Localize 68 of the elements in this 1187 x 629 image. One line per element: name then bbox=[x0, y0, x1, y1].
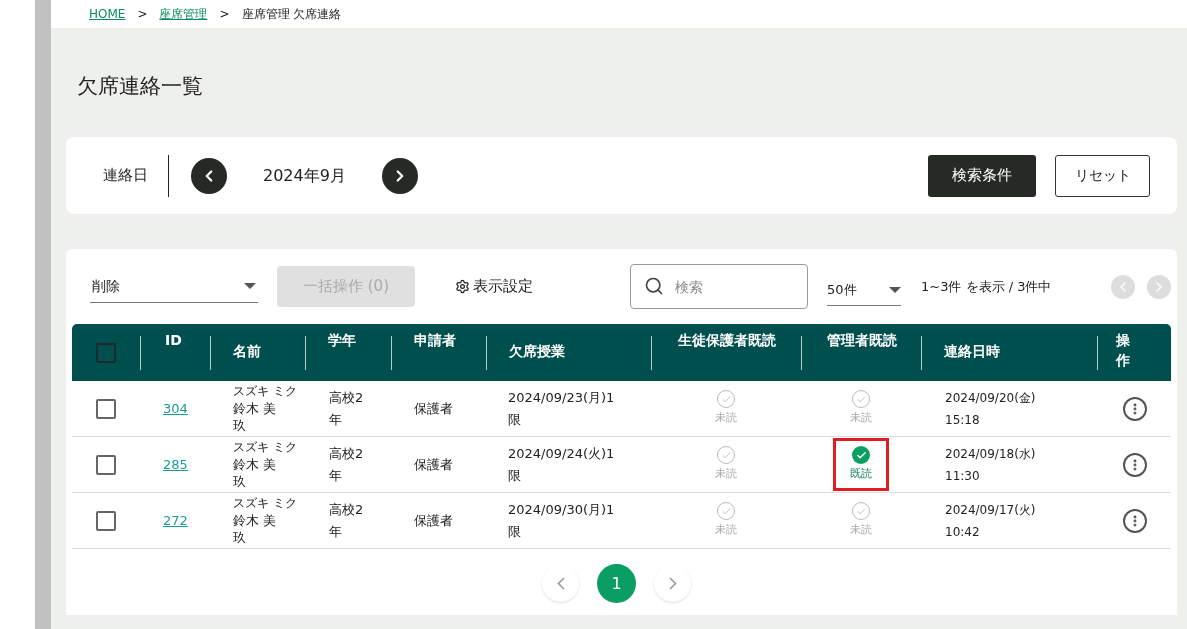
read-status: 未読 bbox=[715, 466, 737, 483]
read-status: 未読 bbox=[715, 410, 737, 427]
column-header: 操作 bbox=[1116, 331, 1130, 370]
action-select[interactable]: 削除 bbox=[90, 270, 258, 303]
previous-month-button[interactable] bbox=[191, 157, 227, 194]
contact-time: 11:30 bbox=[945, 467, 981, 485]
more-options-icon[interactable] bbox=[1123, 452, 1147, 477]
student-name: 鈴木 美玖 bbox=[233, 400, 278, 434]
contact-time: 15:18 bbox=[945, 411, 981, 429]
read-status: 未読 bbox=[850, 410, 872, 427]
search-field[interactable]: 検索 bbox=[630, 264, 808, 309]
search-conditions-button[interactable]: 検索条件 bbox=[928, 154, 1036, 197]
reset-button[interactable]: リセット bbox=[1055, 154, 1150, 197]
applicant: 保護者 bbox=[414, 455, 453, 474]
chevron-left-icon bbox=[556, 577, 565, 590]
name-kana: スズキ ミク bbox=[233, 495, 298, 512]
more-options-icon[interactable] bbox=[1123, 396, 1147, 421]
grade: 高校2年 bbox=[329, 500, 365, 541]
filter-label: 連絡日 bbox=[103, 154, 169, 197]
checkbox[interactable] bbox=[96, 343, 116, 363]
grade: 高校2年 bbox=[329, 444, 365, 485]
chevron-right-icon bbox=[668, 577, 677, 590]
column-header: ID bbox=[165, 331, 182, 350]
more-options-icon[interactable] bbox=[1123, 508, 1147, 533]
student-name: 鈴木 美玖 bbox=[233, 456, 278, 490]
name-kana: スズキ ミク bbox=[233, 383, 298, 400]
breadcrumb-current: 座席管理 欠席連絡 bbox=[241, 6, 342, 23]
breadcrumb-link[interactable]: 座席管理 bbox=[159, 5, 208, 23]
contact-time: 10:42 bbox=[945, 523, 981, 541]
column-header: 申請者 bbox=[414, 331, 456, 350]
absent-class: 2024/09/24(火)1限 bbox=[508, 444, 616, 485]
column-header: 名前 bbox=[233, 342, 261, 361]
column-header: 欠席授業 bbox=[509, 342, 565, 361]
column-header: 管理者既読 bbox=[826, 331, 897, 350]
column-header: 学年 bbox=[328, 331, 356, 350]
breadcrumb-link[interactable]: HOME bbox=[89, 5, 126, 23]
absent-class: 2024/09/23(月)1限 bbox=[508, 388, 616, 429]
id-link[interactable]: 304 bbox=[163, 398, 188, 419]
result-range: 1~3件 を表示 / 3件中 bbox=[921, 277, 1052, 296]
month-label: 2024年9月 bbox=[263, 164, 346, 187]
checkbox[interactable] bbox=[96, 398, 116, 419]
checkbox[interactable] bbox=[96, 454, 116, 475]
column-header: 連絡日時 bbox=[944, 342, 1000, 361]
read-status: 未読 bbox=[850, 522, 872, 539]
student-name: 鈴木 美玖 bbox=[233, 512, 278, 546]
page-title: 欠席連絡一覧 bbox=[77, 76, 204, 97]
read-status: 既読 bbox=[850, 466, 872, 483]
id-link[interactable]: 272 bbox=[163, 510, 188, 531]
next-month-button[interactable] bbox=[381, 157, 418, 194]
breadcrumb-separator: > bbox=[137, 6, 148, 23]
read-status: 未読 bbox=[715, 522, 737, 539]
page-number-button[interactable]: 1 bbox=[597, 564, 636, 603]
checkbox[interactable] bbox=[96, 510, 116, 531]
contact-date: 2024/09/17(火) bbox=[945, 501, 1037, 519]
contact-date: 2024/09/20(金) bbox=[945, 389, 1037, 407]
gear-icon bbox=[455, 279, 470, 294]
name-kana: スズキ ミク bbox=[233, 439, 298, 456]
contact-date: 2024/09/18(水) bbox=[945, 445, 1037, 463]
column-header: 生徒保護者既読 bbox=[677, 331, 776, 350]
display-settings-button[interactable]: 表示設定 bbox=[455, 275, 533, 298]
applicant: 保護者 bbox=[414, 511, 453, 530]
breadcrumb-separator: > bbox=[219, 6, 230, 23]
search-icon bbox=[644, 276, 664, 296]
per-page-select[interactable]: 50件 bbox=[827, 275, 901, 306]
grade: 高校2年 bbox=[329, 388, 365, 429]
id-link[interactable]: 285 bbox=[163, 454, 188, 475]
applicant: 保護者 bbox=[414, 399, 453, 418]
absent-class: 2024/09/30(月)1限 bbox=[508, 500, 616, 541]
